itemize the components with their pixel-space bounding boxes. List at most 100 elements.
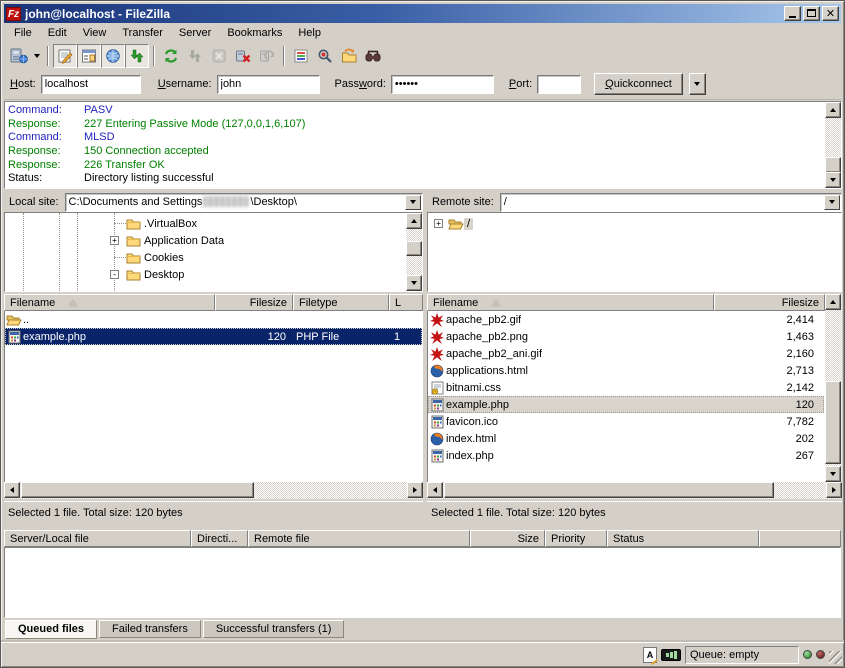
local-site-combo[interactable]: C:\Documents and Settings\Desktop\ bbox=[65, 193, 423, 212]
scroll-up-button[interactable] bbox=[825, 294, 841, 310]
menu-file[interactable]: File bbox=[6, 25, 40, 41]
menu-edit[interactable]: Edit bbox=[40, 25, 75, 41]
speed-limit-icon[interactable] bbox=[661, 649, 681, 661]
local-tree-scrollbar[interactable] bbox=[406, 213, 422, 291]
menu-bookmarks[interactable]: Bookmarks bbox=[219, 25, 290, 41]
transfer-type-icon[interactable]: A bbox=[643, 647, 657, 663]
local-header-filename[interactable]: Filename bbox=[4, 294, 215, 311]
filter-button[interactable] bbox=[289, 44, 313, 68]
toggle-remote-tree-button[interactable] bbox=[101, 44, 125, 68]
sync-browsing-icon bbox=[341, 48, 357, 64]
scroll-thumb[interactable] bbox=[825, 381, 841, 464]
queue-header-local-file[interactable]: Server/Local file bbox=[4, 530, 191, 547]
refresh-button[interactable] bbox=[159, 44, 183, 68]
binoculars-icon bbox=[365, 48, 381, 64]
remote-header-filesize[interactable]: Filesize bbox=[714, 294, 825, 311]
tree-item-virtualbox[interactable]: .VirtualBox bbox=[110, 215, 404, 232]
remote-tree[interactable]: + / bbox=[427, 212, 842, 292]
local-file-list[interactable]: .. example.php 120 PHP File 1 bbox=[4, 311, 423, 482]
queue-body[interactable] bbox=[4, 547, 841, 618]
remote-row-selected[interactable]: example.php 120 bbox=[428, 396, 824, 413]
close-button[interactable]: ✕ bbox=[822, 6, 839, 21]
toggle-local-tree-button[interactable] bbox=[77, 44, 101, 68]
site-manager-button[interactable] bbox=[7, 44, 31, 68]
remote-site-combo[interactable]: / bbox=[500, 193, 842, 212]
disconnect-button[interactable] bbox=[231, 44, 255, 68]
tab-queued-files[interactable]: Queued files bbox=[5, 620, 97, 639]
local-header-modified[interactable]: L bbox=[389, 294, 423, 311]
queue-header-priority[interactable]: Priority bbox=[545, 530, 607, 547]
scroll-left-button[interactable] bbox=[4, 482, 20, 498]
scroll-left-button[interactable] bbox=[427, 482, 443, 498]
queue-header-size[interactable]: Size bbox=[470, 530, 545, 547]
remote-row[interactable]: applications.html 2,713 bbox=[428, 362, 824, 379]
remote-file-list[interactable]: apache_pb2.gif 2,414 apache_pb2.png 1,46… bbox=[427, 311, 825, 482]
remote-list-hscrollbar[interactable] bbox=[427, 482, 842, 499]
username-input[interactable] bbox=[217, 75, 320, 94]
remote-header-filename[interactable]: Filename bbox=[427, 294, 714, 311]
remote-row[interactable]: favicon.ico 7,782 bbox=[428, 413, 824, 430]
remote-list-scrollbar[interactable] bbox=[825, 294, 842, 482]
local-header-filesize[interactable]: Filesize bbox=[215, 294, 293, 311]
local-row-parent-dir[interactable]: .. bbox=[5, 311, 422, 328]
sync-browsing-button[interactable] bbox=[337, 44, 361, 68]
local-row-example-php[interactable]: example.php 120 PHP File 1 bbox=[5, 328, 422, 345]
tab-successful-transfers[interactable]: Successful transfers (1) bbox=[203, 620, 345, 638]
password-input[interactable] bbox=[391, 75, 494, 94]
tree-item-root[interactable]: + / bbox=[434, 215, 837, 232]
filezilla-logo-icon[interactable]: Fz bbox=[6, 7, 21, 21]
local-list-hscrollbar[interactable] bbox=[4, 482, 423, 499]
tree-expander[interactable]: - bbox=[110, 270, 119, 279]
scroll-right-button[interactable] bbox=[826, 482, 842, 498]
scroll-down-button[interactable] bbox=[825, 172, 841, 188]
resize-grip[interactable] bbox=[829, 651, 842, 664]
remote-row[interactable]: index.php 267 bbox=[428, 447, 824, 464]
scroll-thumb[interactable] bbox=[444, 482, 774, 498]
menu-server[interactable]: Server bbox=[171, 25, 219, 41]
host-input[interactable] bbox=[41, 75, 141, 94]
scroll-thumb[interactable] bbox=[406, 241, 422, 256]
toggle-queue-button[interactable] bbox=[125, 44, 149, 68]
tree-expander[interactable]: + bbox=[110, 236, 119, 245]
menu-transfer[interactable]: Transfer bbox=[114, 25, 171, 41]
local-header-filetype[interactable]: Filetype bbox=[293, 294, 389, 311]
queue-header-status[interactable]: Status bbox=[607, 530, 759, 547]
quickconnect-button[interactable]: Quickconnect bbox=[594, 73, 683, 95]
remote-row[interactable]: index.html 202 bbox=[428, 430, 824, 447]
scroll-thumb[interactable] bbox=[825, 157, 841, 173]
scroll-up-button[interactable] bbox=[406, 213, 422, 229]
site-manager-dropdown[interactable] bbox=[31, 44, 43, 68]
minimize-button[interactable] bbox=[784, 6, 801, 21]
remote-row[interactable]: apache_pb2_ani.gif 2,160 bbox=[428, 345, 824, 362]
tree-item-desktop[interactable]: - Desktop bbox=[110, 266, 404, 283]
tree-item-application-data[interactable]: + Application Data bbox=[110, 232, 404, 249]
combo-dropdown-button[interactable] bbox=[824, 195, 840, 210]
find-files-button[interactable] bbox=[361, 44, 385, 68]
tree-item-cookies[interactable]: Cookies bbox=[110, 249, 404, 266]
remote-row[interactable]: apache_pb2.png 1,463 bbox=[428, 328, 824, 345]
queue-header-direction[interactable]: Directi... bbox=[191, 530, 248, 547]
remote-row[interactable]: apache_pb2.gif 2,414 bbox=[428, 311, 824, 328]
tab-failed-transfers[interactable]: Failed transfers bbox=[99, 620, 201, 638]
port-input[interactable] bbox=[537, 75, 581, 94]
tree-expander[interactable]: + bbox=[434, 219, 443, 228]
scroll-down-button[interactable] bbox=[825, 466, 841, 482]
php-file-icon bbox=[8, 330, 21, 344]
toggle-log-button[interactable] bbox=[53, 44, 77, 68]
maximize-button[interactable] bbox=[803, 6, 820, 21]
menu-view[interactable]: View bbox=[75, 25, 115, 41]
menu-help[interactable]: Help bbox=[290, 25, 329, 41]
scroll-thumb[interactable] bbox=[21, 482, 254, 498]
quickconnect-dropdown[interactable] bbox=[689, 73, 706, 95]
queue-header-remote-file[interactable]: Remote file bbox=[248, 530, 470, 547]
combo-dropdown-button[interactable] bbox=[405, 195, 421, 210]
scroll-right-button[interactable] bbox=[407, 482, 423, 498]
scroll-up-button[interactable] bbox=[825, 102, 841, 118]
compare-button[interactable] bbox=[313, 44, 337, 68]
scroll-down-button[interactable] bbox=[406, 275, 422, 291]
remote-row[interactable]: bitnami.css 2,142 bbox=[428, 379, 824, 396]
title-bar[interactable]: Fz john@localhost - FileZilla ✕ bbox=[4, 4, 841, 23]
process-queue-button bbox=[183, 44, 207, 68]
local-tree[interactable]: .VirtualBox + Application Data Cookies -… bbox=[4, 212, 423, 292]
log-scrollbar[interactable] bbox=[825, 102, 841, 188]
